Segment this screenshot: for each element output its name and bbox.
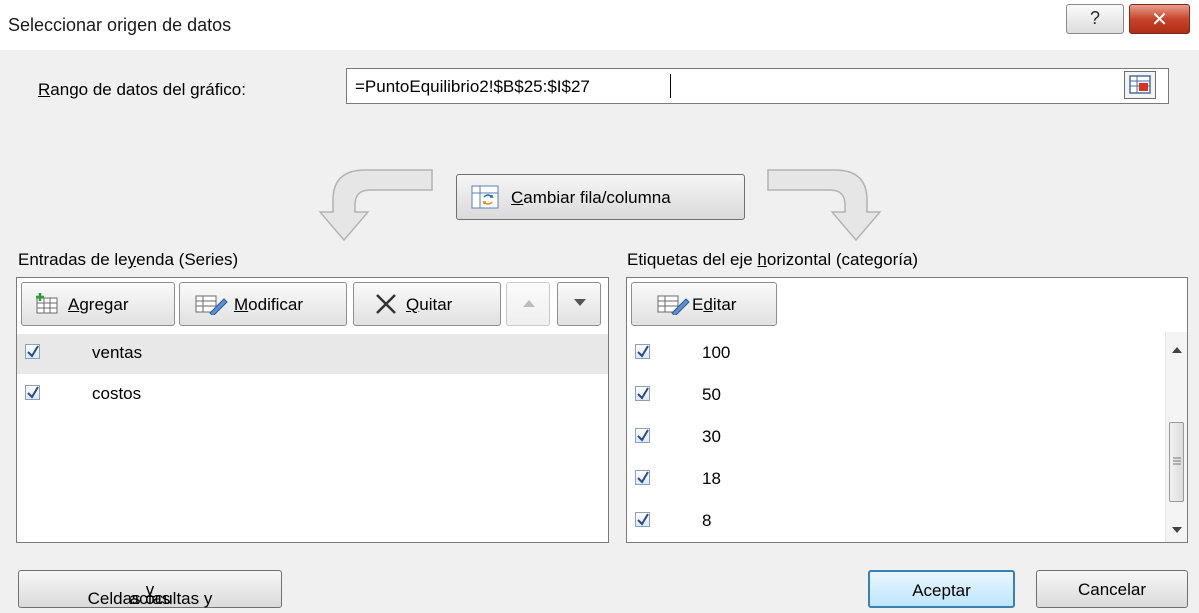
switch-row-column-label: Cambiar fila/columna xyxy=(511,188,671,207)
category-value: 8 xyxy=(702,511,712,530)
arrow-up-icon xyxy=(523,300,535,307)
edit-axis-label: Editar xyxy=(692,295,737,314)
axis-labels-panel: Editar 100 50 30 18 8 xyxy=(626,277,1188,543)
remove-series-label: Quitar xyxy=(406,295,453,314)
series-checkbox[interactable] xyxy=(25,344,40,359)
series-row[interactable]: costos xyxy=(17,375,608,415)
remove-series-button[interactable]: Quitar xyxy=(353,282,501,326)
close-button[interactable]: ✕ xyxy=(1129,4,1190,34)
ok-button[interactable]: Aceptar xyxy=(868,570,1015,608)
category-checkbox[interactable] xyxy=(635,470,650,485)
add-series-button[interactable]: Agregar xyxy=(21,282,175,326)
hidden-empty-cells-label: Celdas ocultas y v acías xyxy=(87,580,213,608)
ok-label: Aceptar xyxy=(912,581,971,600)
hidden-empty-cells-button[interactable]: Celdas ocultas y v acías xyxy=(18,570,282,608)
category-value: 100 xyxy=(702,343,731,362)
series-name: ventas xyxy=(92,343,143,362)
add-series-label: Agregar xyxy=(68,295,129,314)
legend-entries-panel: Agregar Modificar Quitar ventas costos xyxy=(16,277,609,543)
arrow-left-icon xyxy=(318,169,433,242)
scroll-up-icon[interactable] xyxy=(1172,346,1182,354)
edit-table-icon xyxy=(657,295,690,315)
vertical-scrollbar[interactable] xyxy=(1165,332,1187,542)
range-input[interactable]: =PuntoEquilibrio2!$B$25:$I$27 xyxy=(346,68,1169,104)
category-checkbox[interactable] xyxy=(635,512,650,527)
collapse-dialog-button[interactable] xyxy=(1124,71,1156,99)
help-icon: ? xyxy=(1089,8,1100,28)
move-up-button[interactable] xyxy=(506,282,550,326)
switch-icon xyxy=(471,185,499,209)
edit-series-button[interactable]: Modificar xyxy=(179,282,347,326)
series-name: costos xyxy=(92,384,142,403)
axis-labels-label: Etiquetas del eje horizontal (categoría) xyxy=(627,250,919,269)
series-checkbox[interactable] xyxy=(25,385,40,400)
scroll-down-icon[interactable] xyxy=(1172,526,1182,534)
category-row[interactable]: 8 xyxy=(627,502,1163,540)
move-down-button[interactable] xyxy=(557,282,601,326)
category-row[interactable]: 30 xyxy=(627,418,1163,458)
edit-series-label: Modificar xyxy=(234,295,303,314)
close-icon: ✕ xyxy=(1151,9,1168,31)
range-value: =PuntoEquilibrio2!$B$25:$I$27 xyxy=(355,77,590,96)
add-table-icon xyxy=(36,293,58,314)
window-title: Seleccionar origen de datos xyxy=(8,15,232,35)
category-value: 50 xyxy=(702,385,721,404)
category-value: 18 xyxy=(702,469,721,488)
text-caret xyxy=(670,74,671,98)
scroll-thumb[interactable] xyxy=(1169,422,1184,502)
category-checkbox[interactable] xyxy=(635,344,650,359)
edit-table-icon xyxy=(195,295,228,315)
cancel-label: Cancelar xyxy=(1077,580,1147,599)
cancel-button[interactable]: Cancelar xyxy=(1036,570,1188,608)
legend-entries-label: Entradas de leyenda (Series) xyxy=(18,250,239,269)
arrow-right-icon xyxy=(767,169,882,242)
remove-x-icon xyxy=(376,294,396,314)
help-button[interactable]: ? xyxy=(1066,4,1124,34)
series-row[interactable]: ventas xyxy=(17,334,608,374)
arrow-down-icon xyxy=(574,299,586,306)
range-select-icon xyxy=(1129,75,1151,94)
category-checkbox[interactable] xyxy=(635,428,650,443)
category-row[interactable]: 18 xyxy=(627,460,1163,500)
category-value: 30 xyxy=(702,427,721,446)
switch-row-column-button[interactable]: Cambiar fila/columna xyxy=(456,174,745,220)
category-row[interactable]: 100 xyxy=(627,334,1163,374)
grip-icon xyxy=(1173,457,1181,465)
range-label: Rango de datos del gráfico: xyxy=(38,80,246,99)
category-checkbox[interactable] xyxy=(635,386,650,401)
category-row[interactable]: 50 xyxy=(627,376,1163,416)
edit-axis-button[interactable]: Editar xyxy=(631,282,777,326)
